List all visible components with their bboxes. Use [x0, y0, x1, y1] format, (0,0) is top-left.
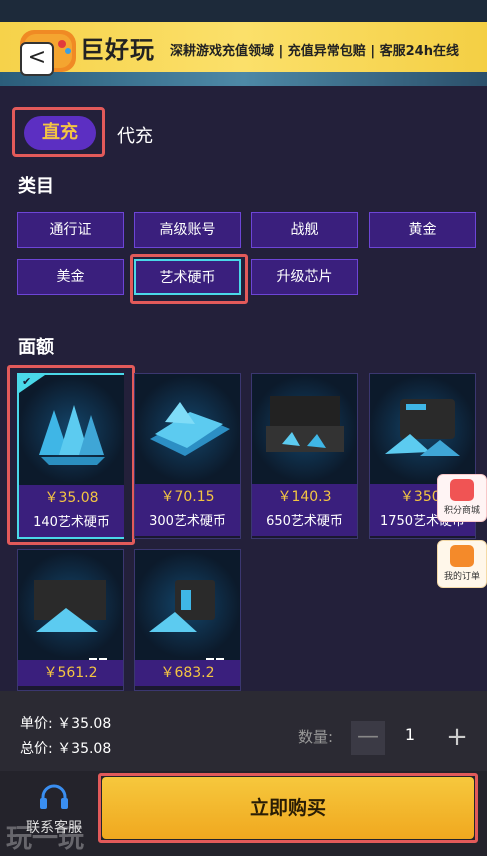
- denomination-card-300[interactable]: ￥70.15 300艺术硬币: [134, 373, 241, 539]
- category-art-coins[interactable]: 艺术硬币: [134, 259, 241, 295]
- category-premium-account[interactable]: 高级账号: [134, 212, 241, 248]
- card-price: ￥561.2: [18, 660, 123, 686]
- quantity-label: 数量:: [298, 728, 334, 746]
- art-coin-image: [135, 374, 240, 484]
- banner-slogan: 深耕游戏充值领域 | 充值异常包赔 | 客服24h在线: [170, 44, 459, 59]
- watermark: 玩一玩: [6, 824, 85, 854]
- category-title: 类目: [18, 176, 54, 197]
- card-price: ￥683.2: [135, 660, 240, 686]
- back-arrow-icon: <: [27, 45, 47, 70]
- my-orders-label: 我的订单: [443, 572, 480, 582]
- card-name: 300艺术硬币: [135, 510, 240, 536]
- card-name: 140艺术硬币: [19, 511, 124, 537]
- art-coin-image: [370, 374, 475, 484]
- card-price: ￥35.08: [19, 485, 124, 511]
- quantity-increase-button[interactable]: +: [440, 721, 474, 755]
- total-price: 总价: ￥35.08: [20, 741, 112, 757]
- points-mall-button[interactable]: 积分商城: [437, 474, 487, 522]
- my-orders-button[interactable]: 我的订单: [437, 540, 487, 588]
- category-pass[interactable]: 通行证: [17, 212, 124, 248]
- art-coin-image: [18, 550, 123, 660]
- art-coin-image: [135, 550, 240, 660]
- points-mall-label: 积分商城: [443, 506, 480, 516]
- back-button[interactable]: <: [20, 42, 54, 76]
- category-upgrade-chip[interactable]: 升级芯片: [251, 259, 358, 295]
- tab-direct-recharge[interactable]: 直充: [24, 116, 96, 150]
- category-gold[interactable]: 黄金: [369, 212, 476, 248]
- card-name: 650艺术硬币: [252, 510, 357, 536]
- tab-agent-recharge[interactable]: 代充: [117, 122, 153, 148]
- check-icon: ✔: [22, 375, 32, 388]
- headset-icon: [40, 784, 68, 809]
- header-banner: < 巨好玩 深耕游戏充值领域 | 充值异常包赔 | 客服24h在线: [0, 0, 487, 86]
- card-price: ￥70.15: [135, 484, 240, 510]
- order-list-icon: [450, 545, 474, 567]
- card-price: ￥140.3: [252, 484, 357, 510]
- quantity-decrease-button[interactable]: —: [351, 721, 385, 755]
- denomination-title: 面额: [18, 337, 54, 358]
- denomination-card-683[interactable]: ￥683.2: [134, 549, 241, 691]
- unit-price: 单价: ￥35.08: [20, 716, 112, 732]
- denomination-card-140[interactable]: ✔ ￥35.08 140艺术硬币: [17, 373, 124, 539]
- denomination-card-561[interactable]: ￥561.2: [17, 549, 124, 691]
- art-coin-image: [252, 374, 357, 484]
- category-warship[interactable]: 战舰: [251, 212, 358, 248]
- quantity-value[interactable]: 1: [398, 725, 422, 744]
- shopping-bag-icon: [450, 479, 474, 501]
- brand-name: 巨好玩: [80, 36, 155, 64]
- denomination-card-650[interactable]: ￥140.3 650艺术硬币: [251, 373, 358, 539]
- buy-now-button[interactable]: 立即购买: [102, 777, 474, 839]
- category-dollars[interactable]: 美金: [17, 259, 124, 295]
